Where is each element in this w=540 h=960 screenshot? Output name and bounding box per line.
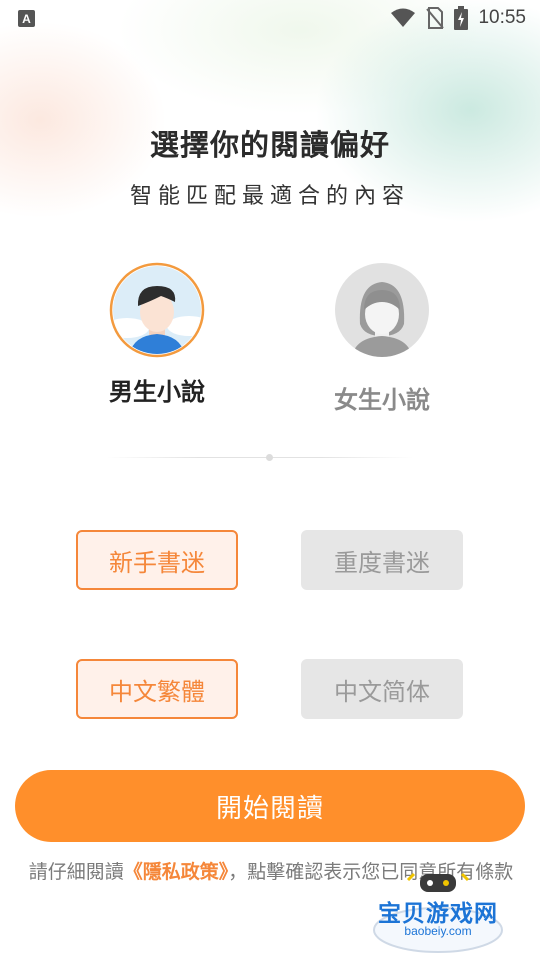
page-subtitle: 智能匹配最適合的內容 [129,184,410,209]
divider-dot [266,454,273,461]
svg-text:A: A [22,12,31,26]
start-reading-button[interactable]: 開始閱讀 [15,770,525,842]
notice-prefix: 請仔細閱讀 [28,861,124,883]
male-novel-label: 男生小說 [109,378,205,406]
option-traditional-chinese[interactable]: 中文繁體 [76,659,238,719]
watermark-text: 宝贝游戏网 [378,901,498,927]
status-time: 10:55 [478,7,526,28]
no-sim-icon [426,7,445,29]
female-novel-label: 女生小說 [334,386,430,414]
female-novel-option[interactable]: 女生小說 [292,262,472,415]
female-avatar-icon [335,263,429,357]
battery-charging-icon [454,6,469,30]
watermark: 宝贝游戏网 baobeiy.com [368,870,508,954]
male-avatar[interactable] [109,262,205,358]
option-simplified-chinese[interactable]: 中文简体 [301,659,463,719]
wifi-icon [391,8,416,27]
option-heavy-reader[interactable]: 重度書迷 [301,530,463,590]
female-avatar[interactable] [334,262,430,358]
notification-a-icon: A [18,9,35,27]
male-novel-option[interactable]: 男生小說 [67,262,247,407]
status-bar: A 10:55 [0,0,540,36]
option-new-reader[interactable]: 新手書迷 [76,530,238,590]
page-title: 選擇你的閱讀偏好 [149,128,390,162]
privacy-policy-link[interactable]: 《隱私政策》 [124,861,229,883]
male-avatar-icon [109,262,205,358]
divider-line [107,457,413,458]
watermark-url: baobeiy.com [404,924,472,938]
